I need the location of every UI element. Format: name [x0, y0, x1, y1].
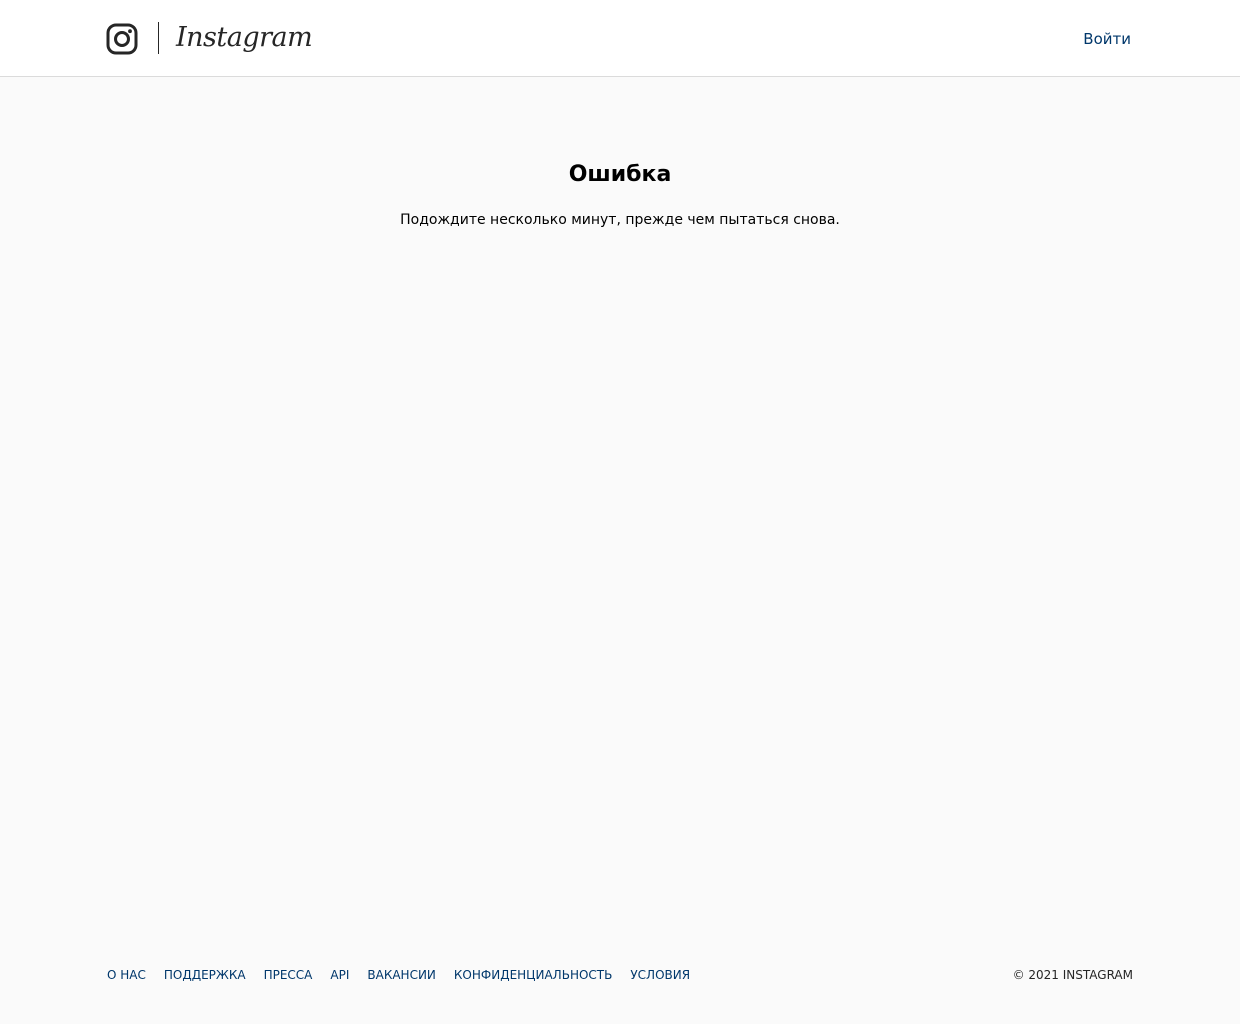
- footer-link-privacy[interactable]: КОНФИДЕНЦИАЛЬНОСТЬ: [454, 966, 612, 984]
- footer-link-about[interactable]: О НАС: [107, 966, 146, 984]
- top-nav-bar: Instagram Войти: [0, 0, 1240, 77]
- footer: О НАС ПОДДЕРЖКА ПРЕССА API ВАКАНСИИ КОНФ…: [107, 966, 1133, 986]
- footer-links: О НАС ПОДДЕРЖКА ПРЕССА API ВАКАНСИИ КОНФ…: [107, 966, 690, 984]
- copyright-text: © 2021 INSTAGRAM: [1012, 968, 1133, 982]
- footer-link-terms[interactable]: УСЛОВИЯ: [630, 966, 690, 984]
- footer-link-press[interactable]: ПРЕССА: [264, 966, 313, 984]
- footer-link-jobs[interactable]: ВАКАНСИИ: [367, 966, 436, 984]
- footer-link-api[interactable]: API: [330, 966, 349, 984]
- error-title: Ошибка: [568, 162, 672, 187]
- footer-link-support[interactable]: ПОДДЕРЖКА: [164, 966, 246, 984]
- instagram-wordmark-logo[interactable]: Instagram: [176, 16, 313, 60]
- instagram-camera-icon[interactable]: [106, 23, 138, 55]
- login-link[interactable]: Войти: [1083, 28, 1131, 50]
- error-message: Подождите несколько минут, прежде чем пы…: [400, 212, 840, 228]
- logo-divider: [158, 22, 159, 54]
